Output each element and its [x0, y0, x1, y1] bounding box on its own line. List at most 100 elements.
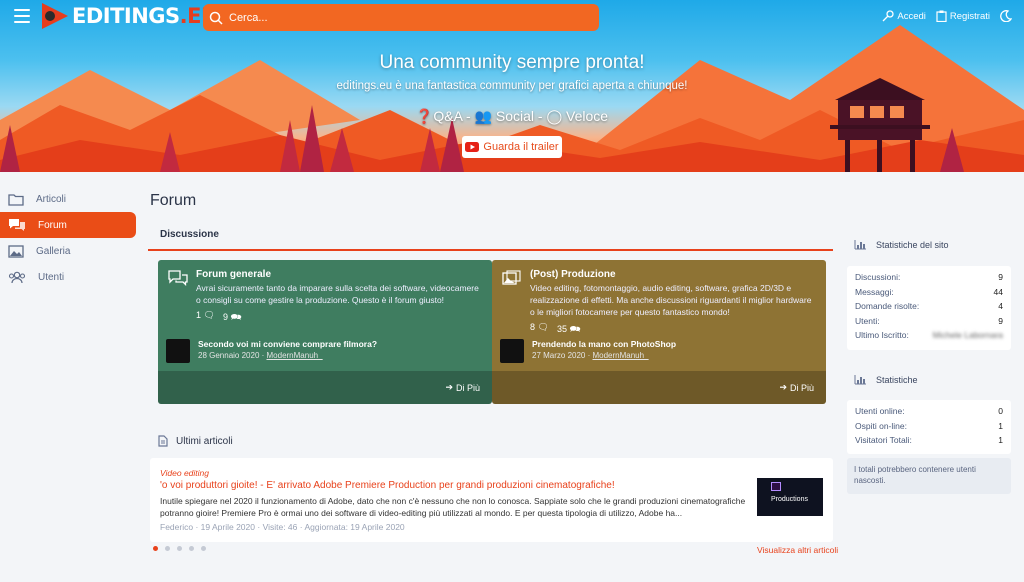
- login-button[interactable]: Accedi: [882, 10, 926, 22]
- site-stats-header: Statistiche del sito: [854, 240, 949, 250]
- last-thread[interactable]: Prendendo la mano con PhotoShop 27 Marzo…: [500, 339, 676, 363]
- tab-underline: [148, 249, 833, 251]
- thread-thumbnail: [166, 339, 190, 363]
- page-title: Forum: [150, 192, 197, 209]
- threads-count: 8 🗨: [530, 322, 549, 332]
- stat-row: Utenti online: 0: [855, 406, 1003, 416]
- stat-row: Domande risolte: 4: [855, 301, 1003, 311]
- last-thread-title[interactable]: Secondo voi mi conviene comprare filmora…: [198, 339, 377, 349]
- hamburger-menu-icon[interactable]: [14, 9, 30, 23]
- sidebar-item-galleria[interactable]: Galleria: [0, 238, 136, 264]
- forum-more-link[interactable]: ➔ Di Più: [492, 371, 826, 404]
- sidebar-item-label: Articoli: [36, 193, 67, 205]
- trailer-label: Guarda il trailer: [483, 141, 559, 153]
- forum-images-icon: [502, 270, 521, 285]
- article-category[interactable]: Video editing: [160, 468, 823, 478]
- site-logo[interactable]: EDITINGS.EU: [40, 1, 218, 31]
- article-meta: Federico · 19 Aprile 2020 · Visite: 46 ·…: [160, 522, 405, 532]
- posts-count: 9 🗪: [222, 312, 242, 322]
- last-thread-meta: 27 Marzo 2020 · ModernManuh_: [532, 351, 649, 360]
- register-label: Registrati: [949, 10, 990, 22]
- last-thread-title[interactable]: Prendendo la mano con PhotoShop: [532, 339, 676, 349]
- forum-card-produzione[interactable]: (Post) Produzione Video editing, fotomon…: [492, 260, 826, 404]
- forum-card-generale[interactable]: Forum generale Avrai sicuramente tanto d…: [158, 260, 492, 404]
- stat-row: Messaggi: 44: [855, 286, 1003, 297]
- article-title[interactable]: 'o voi produttori gioite! - E' arrivato …: [160, 480, 823, 491]
- bar-chart-icon: [854, 240, 866, 250]
- carousel-dots: [153, 546, 206, 551]
- site-stats-panel: Discussioni: 9 Messaggi: 44 Domande risolt…: [847, 266, 1011, 350]
- play-logo-icon: [40, 1, 70, 31]
- top-bar: EDITINGS.EU Accedi Registrati: [0, 0, 1024, 34]
- article-excerpt: Inutile spiegare nel 2020 il funzionamen…: [160, 496, 746, 518]
- arrow-right-icon: ➔: [445, 382, 453, 392]
- hero-banner: EDITINGS.EU Accedi Registrati Una commun…: [0, 0, 1024, 172]
- view-more-articles-link[interactable]: Visualizza altri articoli: [757, 545, 838, 555]
- comments-icon: [9, 219, 25, 231]
- key-icon: [882, 10, 895, 22]
- document-icon: [158, 435, 168, 447]
- forum-more-link[interactable]: ➔ Di Più: [158, 371, 492, 404]
- site-stats-title: Statistiche del sito: [876, 240, 949, 250]
- article-thumbnail[interactable]: Productions: [757, 478, 823, 516]
- sidebar-item-forum[interactable]: Forum: [0, 212, 136, 238]
- latest-articles-title: Ultimi articoli: [176, 435, 233, 447]
- stats-title: Statistiche: [876, 375, 918, 385]
- register-button[interactable]: Registrati: [936, 10, 990, 22]
- carousel-dot[interactable]: [201, 546, 206, 551]
- forum-title[interactable]: Forum generale: [196, 269, 482, 280]
- stat-row: Visitatori Totali: 1: [855, 435, 1003, 445]
- latest-articles-header: Ultimi articoli: [158, 435, 233, 447]
- hero-subtitle: editings.eu è una fantastica community p…: [336, 80, 688, 92]
- carousel-dot[interactable]: [177, 546, 182, 551]
- last-thread-user[interactable]: ModernManuh_: [267, 351, 323, 360]
- stat-row: Discussioni: 9: [855, 272, 1003, 282]
- stat-row: Ultimo Iscritto: Michele Labornara: [855, 328, 1003, 343]
- forum-comments-icon: [168, 270, 188, 286]
- carousel-dot[interactable]: [189, 546, 194, 551]
- search-input[interactable]: [229, 11, 579, 24]
- stats-note: I totali potrebbero contenere utenti nas…: [847, 458, 1011, 494]
- search-icon: [209, 11, 223, 25]
- sidebar-item-utenti[interactable]: Utenti: [0, 264, 136, 290]
- login-label: Accedi: [897, 10, 926, 22]
- image-icon: [8, 244, 24, 258]
- more-label: Di Più: [789, 382, 814, 393]
- youtube-icon: [465, 142, 480, 152]
- search-bar[interactable]: [203, 4, 599, 31]
- sidebar-item-label: Utenti: [38, 271, 65, 283]
- sidebar: Articoli Forum Galleria Utenti: [0, 186, 136, 290]
- forum-title[interactable]: (Post) Produzione: [530, 269, 816, 280]
- last-thread[interactable]: Secondo voi mi conviene comprare filmora…: [166, 339, 377, 363]
- bar-chart-icon: [854, 375, 866, 385]
- tab-discussione[interactable]: Discussione: [160, 229, 219, 240]
- stats-header: Statistiche: [854, 375, 918, 385]
- sidebar-item-label: Forum: [38, 219, 67, 231]
- last-thread-user[interactable]: ModernManuh_: [592, 351, 648, 360]
- carousel-dot[interactable]: [153, 546, 158, 551]
- article-card[interactable]: Video editing 'o voi produttori gioite! …: [150, 458, 833, 542]
- hero-features: ❓Q&A - 👥 Social - ◯ Veloce: [415, 108, 609, 124]
- moon-icon: [1000, 10, 1012, 22]
- forum-description: Avrai sicuramente tanto da imparare sull…: [196, 283, 479, 305]
- premiere-logo-icon: [771, 482, 781, 491]
- clipboard-icon: [936, 10, 947, 22]
- carousel-dot[interactable]: [165, 546, 170, 551]
- threads-count: 1 🗨: [196, 310, 215, 320]
- last-member-link[interactable]: Michele Labornara: [933, 328, 1003, 343]
- dark-mode-toggle[interactable]: [1000, 10, 1012, 22]
- top-actions: Accedi Registrati: [882, 10, 1012, 22]
- sidebar-item-articoli[interactable]: Articoli: [0, 186, 136, 212]
- thread-thumbnail: [500, 339, 524, 363]
- watch-trailer-button[interactable]: Guarda il trailer: [462, 136, 562, 158]
- users-icon: [8, 271, 26, 283]
- stat-row: Ospiti on-line: 1: [855, 420, 1003, 431]
- more-label: Di Più: [455, 382, 480, 393]
- stat-row: Utenti: 9: [855, 315, 1003, 326]
- forum-counts: 8 🗨 35 🗪: [530, 322, 816, 338]
- arrow-right-icon: ➔: [779, 382, 787, 392]
- forum-description: Video editing, fotomontaggio, audio edit…: [530, 283, 812, 317]
- sidebar-item-label: Galleria: [36, 245, 71, 257]
- last-thread-meta: 28 Gennaio 2020 · ModernManuh_: [198, 351, 323, 360]
- thumbnail-caption: Productions: [771, 496, 808, 503]
